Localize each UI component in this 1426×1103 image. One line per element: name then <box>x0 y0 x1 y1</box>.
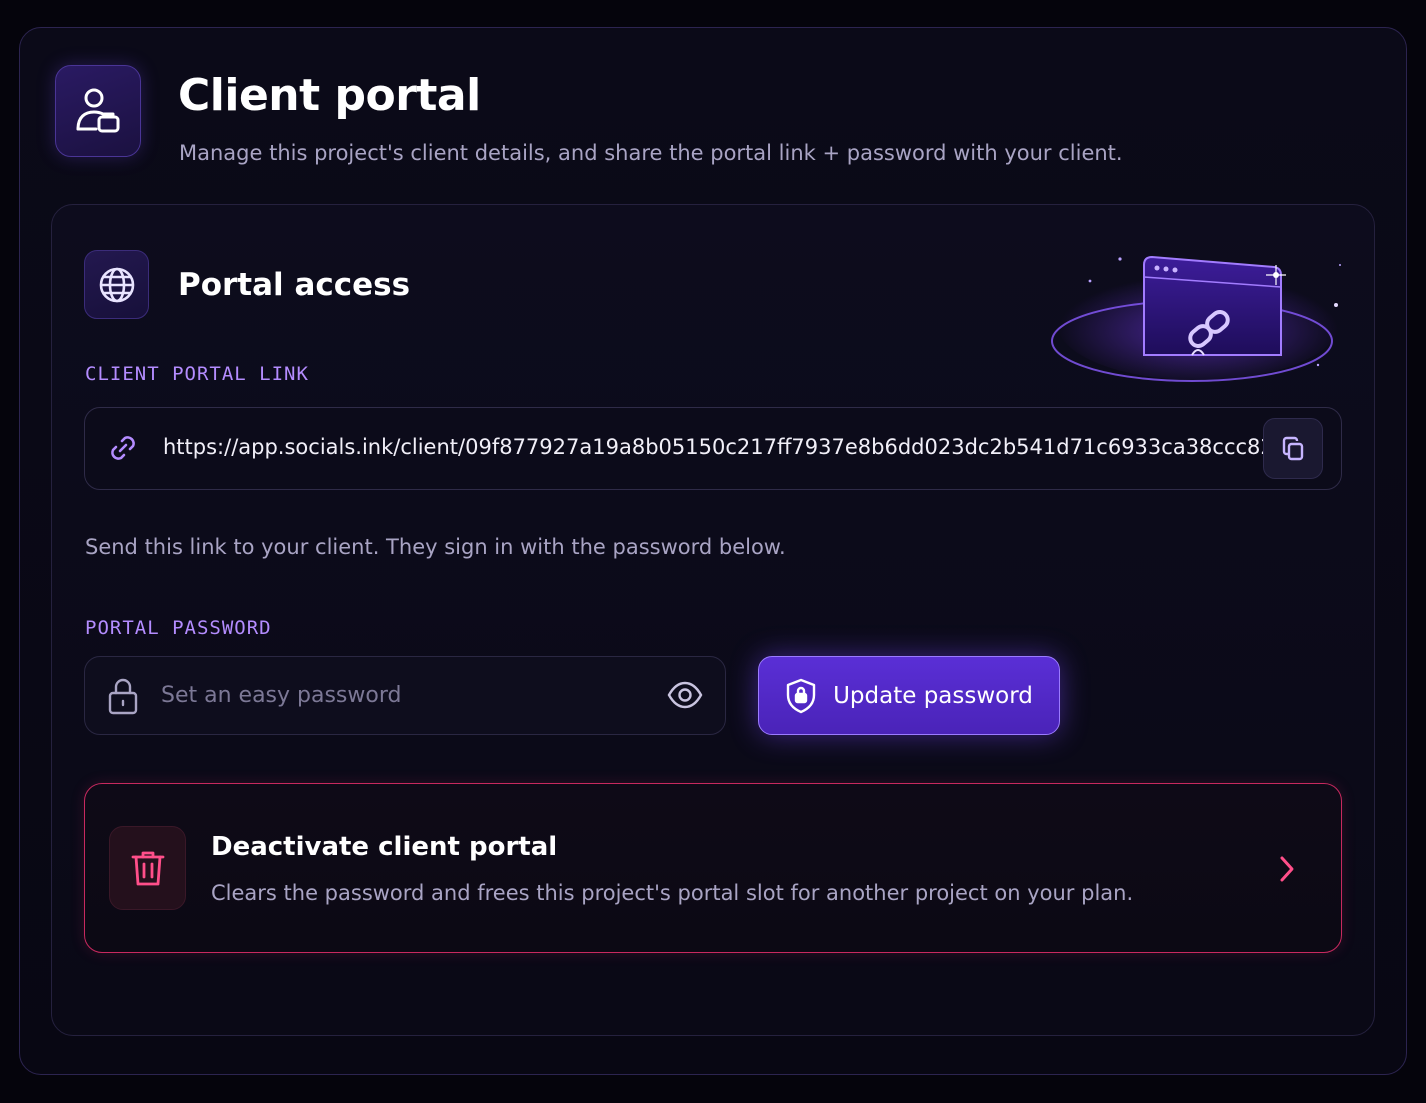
portal-access-card: Portal access CLIENT PORTAL LINK https:/… <box>51 204 1375 1036</box>
client-portal-link-value[interactable]: https://app.socials.ink/client/09f877927… <box>163 435 1287 459</box>
client-portal-link-label: CLIENT PORTAL LINK <box>85 363 309 385</box>
portal-password-field[interactable] <box>84 656 726 735</box>
link-icon <box>105 430 141 466</box>
deactivate-description: Clears the password and frees this proje… <box>211 881 1134 905</box>
lock-icon <box>107 677 139 715</box>
portal-access-title: Portal access <box>178 267 411 303</box>
portal-password-label: PORTAL PASSWORD <box>85 617 272 639</box>
deactivate-client-portal-row[interactable]: Deactivate client portal Clears the pass… <box>84 783 1342 953</box>
trash-icon <box>109 826 186 910</box>
shield-lock-icon <box>786 678 816 713</box>
user-portal-icon <box>55 65 141 157</box>
copy-link-button[interactable] <box>1263 418 1323 479</box>
client-portal-panel: Client portal Manage this project's clie… <box>19 27 1407 1075</box>
page-title: Client portal <box>178 70 481 121</box>
portal-password-input[interactable] <box>161 675 641 715</box>
globe-icon <box>84 250 149 319</box>
client-portal-link-field[interactable]: https://app.socials.ink/client/09f877927… <box>84 407 1342 490</box>
page-subtitle: Manage this project's client details, an… <box>179 141 1123 165</box>
update-password-button[interactable]: Update password <box>758 656 1060 735</box>
linked-browser-window-illustration <box>1048 225 1344 385</box>
link-help-text: Send this link to your client. They sign… <box>85 535 786 559</box>
update-password-label: Update password <box>833 682 1033 709</box>
copy-icon <box>1282 436 1304 460</box>
chevron-right-icon <box>1277 854 1297 884</box>
show-password-eye-icon[interactable] <box>667 680 703 710</box>
deactivate-title: Deactivate client portal <box>211 832 558 862</box>
